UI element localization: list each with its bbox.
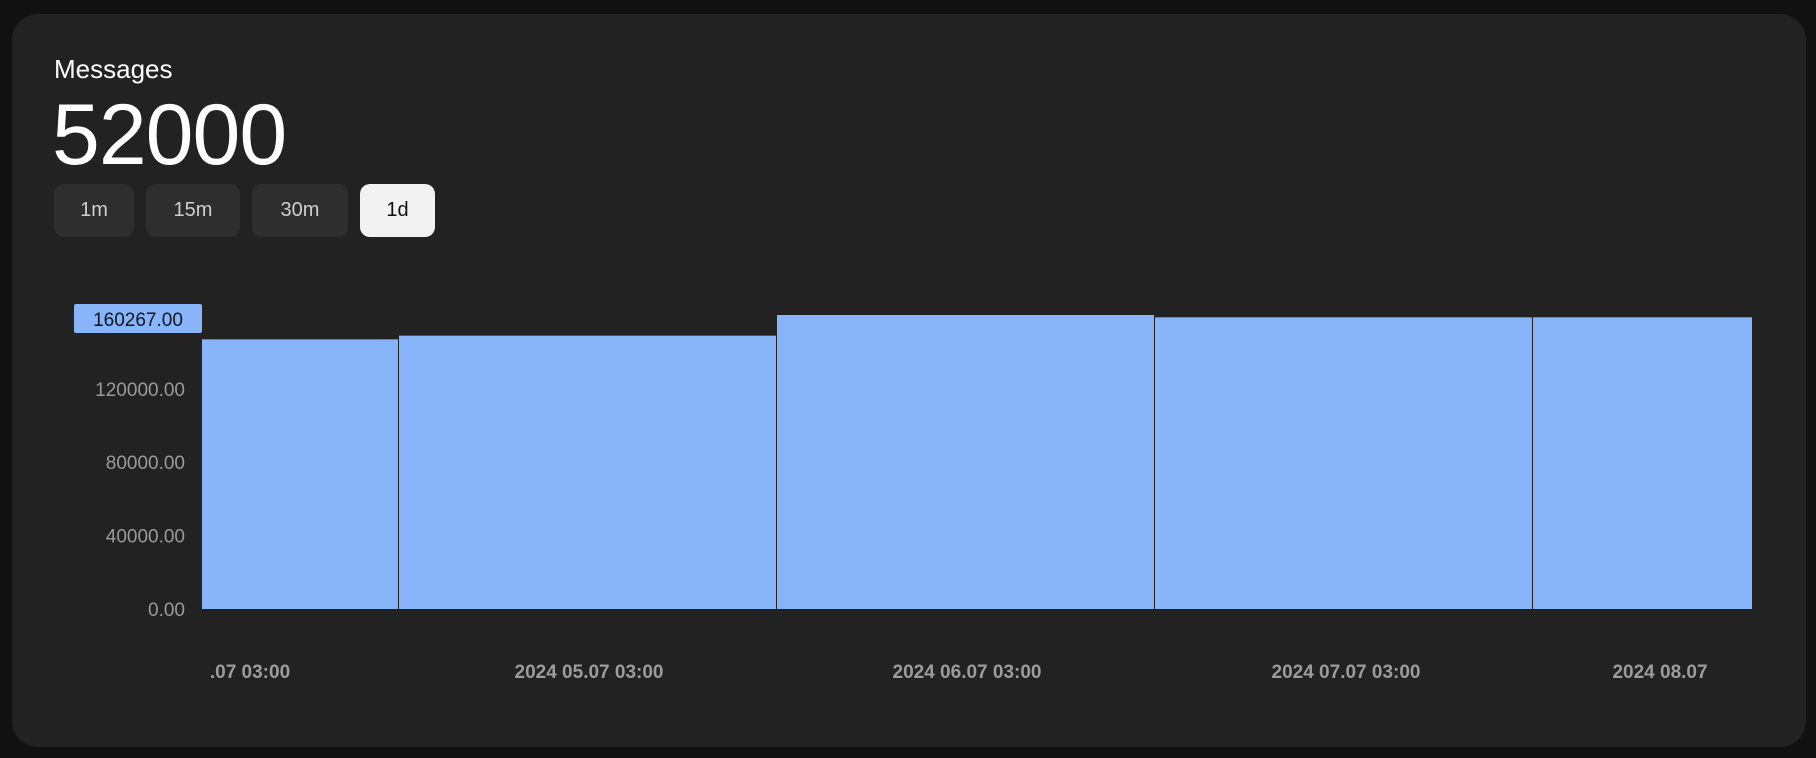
bar-1[interactable] xyxy=(399,335,776,609)
x-tick-label: 2024 05.07 03:00 xyxy=(515,662,664,683)
y-tick-label: 80000.00 xyxy=(106,453,185,474)
bar-4[interactable] xyxy=(1533,317,1752,609)
x-tick-label: .07 03:00 xyxy=(210,662,290,683)
y-tick-label: 120000.00 xyxy=(95,380,185,401)
bar-2[interactable] xyxy=(777,315,1154,609)
x-tick-label: 2024 08.07 xyxy=(1612,662,1707,683)
messages-bar-chart: 0.00 40000.00 80000.00 120000.00 160267.00 .0… xyxy=(74,304,1752,683)
y-tick-label: 40000.00 xyxy=(106,527,185,548)
bar-3[interactable] xyxy=(1155,317,1532,609)
x-tick-label: 2024 06.07 03:00 xyxy=(893,662,1042,683)
x-tick-label: 2024 07.07 03:00 xyxy=(1272,662,1421,683)
y-max-label: 160267.00 xyxy=(93,310,183,331)
bar-0[interactable] xyxy=(202,339,398,609)
y-tick-label: 0.00 xyxy=(148,600,185,621)
